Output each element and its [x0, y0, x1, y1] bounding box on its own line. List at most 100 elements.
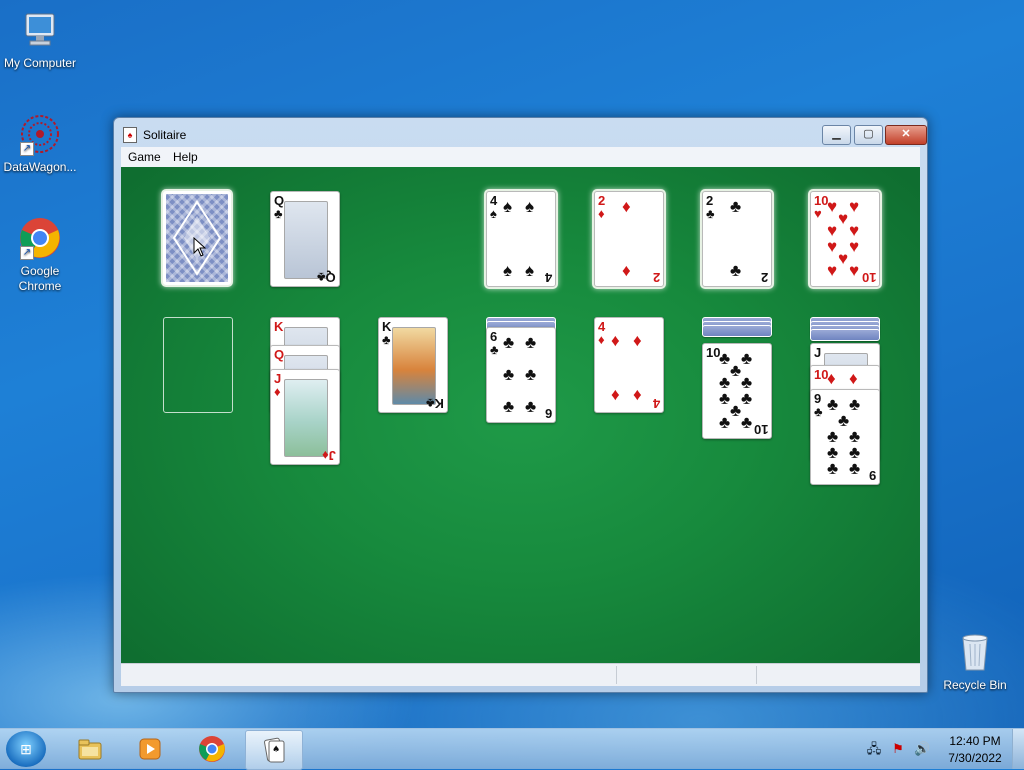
card-rank: K	[274, 319, 284, 334]
desktop-icon-google-chrome[interactable]: ↗ Google Chrome	[0, 216, 80, 294]
club-pip-icon: ♣	[849, 395, 861, 414]
card-suit: ♣	[382, 332, 391, 347]
king-art-icon	[392, 327, 436, 405]
foundation-4[interactable]: 10 ♥ ♥ ♥ ♥ ♥ ♥ ♥ ♥ ♥ ♥ ♥ 10	[810, 191, 880, 287]
card-rank: Q	[325, 270, 336, 285]
card-rank: 4	[544, 270, 552, 285]
card-rank: 6	[544, 406, 552, 421]
waste-pile[interactable]: Q ♣ Q♣	[270, 191, 340, 287]
club-pip-icon: ♣	[525, 397, 537, 416]
club-pip-icon: ♣	[741, 389, 753, 408]
heart-pip-icon: ♥	[838, 249, 849, 268]
tableau-pile-2-card-3[interactable]: J ♦ J♦	[270, 369, 340, 465]
desktop-icon-label: Google Chrome	[18, 264, 62, 293]
taskbar: ⊞ ♠ 🖧 ⚑ 🔊 12:40 PM 7/30/2022	[0, 728, 1024, 770]
computer-icon	[18, 8, 62, 52]
minimize-button[interactable]: ▁	[822, 125, 851, 145]
card-suit: ♦	[598, 206, 605, 221]
card-rank: 4	[652, 396, 660, 411]
club-pip-icon: ♣	[838, 411, 850, 430]
foundation-2[interactable]: 2 ♦ ♦ ♦ 2	[594, 191, 664, 287]
explorer-icon	[78, 739, 102, 760]
card-rank: 10	[753, 422, 768, 437]
heart-pip-icon: ♥	[838, 209, 849, 228]
show-desktop-button[interactable]	[1012, 729, 1024, 769]
network-icon[interactable]: 🖧	[866, 741, 882, 757]
chrome-icon: ↗	[18, 216, 62, 260]
club-pip-icon: ♣	[730, 197, 742, 216]
card-suit: ♠	[490, 206, 497, 221]
close-button[interactable]: ✕	[885, 125, 927, 145]
title-bar[interactable]: ♠ Solitaire ▁ ▢ ✕	[114, 118, 927, 148]
heart-pip-icon: ♥	[849, 261, 860, 280]
club-pip-icon: ♣	[503, 333, 515, 352]
diamond-pip-icon: ♦	[633, 385, 642, 404]
card-rank: Q	[274, 347, 285, 362]
menu-game[interactable]: Game	[128, 150, 161, 164]
taskbar-chrome[interactable]	[184, 730, 240, 768]
taskbar-explorer[interactable]	[62, 730, 118, 768]
diamond-pip-icon: ♦	[633, 331, 642, 350]
solitaire-icon: ♠	[264, 737, 285, 763]
foundation-3[interactable]: 2 ♣ ♣ ♣ 2	[702, 191, 772, 287]
desktop-icon-label: My Computer	[3, 56, 77, 70]
shortcut-arrow-icon: ↗	[20, 142, 34, 156]
spade-pip-icon: ♠	[503, 197, 513, 216]
tableau-pile-6-card-1[interactable]: 10 ♣ ♣ ♣ ♣ ♣ ♣ ♣ ♣ ♣ ♣ 10	[702, 343, 772, 439]
club-pip-icon: ♣	[730, 361, 742, 380]
card-rank: 2	[652, 270, 660, 285]
shortcut-arrow-icon: ↗	[20, 246, 34, 260]
spade-pip-icon: ♠	[525, 261, 535, 280]
maximize-button[interactable]: ▢	[854, 125, 883, 145]
club-pip-icon: ♣	[849, 459, 861, 478]
datawagon-icon: ↗	[18, 112, 62, 156]
card-suit: ♣	[490, 342, 499, 357]
face-down-card	[810, 329, 880, 341]
jack-art-icon	[284, 379, 328, 457]
diamond-pip-icon: ♦	[827, 369, 836, 388]
club-pip-icon: ♣	[741, 413, 753, 432]
clock-time: 12:40 PM	[949, 734, 1001, 748]
card-suit: ♣	[706, 206, 715, 221]
game-board: Q ♣ Q♣ 4 ♠ ♠ ♠ ♠ ♠ 4 2 ♦ ♦ ♦ 2 2 ♣ ♣ ♣ 2 10 ♥…	[121, 167, 920, 663]
club-pip-icon: ♣	[730, 401, 742, 420]
diamond-pip-icon: ♦	[611, 331, 620, 350]
desktop-icon-datawagon[interactable]: ↗ DataWagon...	[0, 112, 80, 175]
spade-pip-icon: ♠	[525, 197, 535, 216]
card-rank: 10	[861, 270, 876, 285]
system-clock[interactable]: 12:40 PM 7/30/2022	[940, 733, 1010, 767]
menu-help[interactable]: Help	[173, 150, 198, 164]
spade-pip-icon: ♠	[503, 261, 513, 280]
tableau-pile-7-card-3[interactable]: 9 ♣ ♣ ♣ ♣ ♣ ♣ ♣ ♣ ♣ ♣ 9	[810, 389, 880, 485]
tableau-pile-4-card-1[interactable]: 6 ♣ ♣ ♣ ♣ ♣ ♣ ♣ 6	[486, 327, 556, 423]
tableau-pile-5-card-1[interactable]: 4 ♦ ♦ ♦ ♦ ♦ 4	[594, 317, 664, 413]
heart-pip-icon: ♥	[849, 237, 860, 256]
mouse-pointer-icon	[193, 237, 207, 257]
chrome-icon	[199, 736, 225, 762]
club-pip-icon: ♣	[525, 333, 537, 352]
taskbar-media-player[interactable]	[122, 730, 178, 768]
tableau-pile-3-card-1[interactable]: K ♣ K♣	[378, 317, 448, 413]
club-pip-icon: ♣	[741, 349, 753, 368]
svg-text:♠: ♠	[272, 745, 280, 755]
desktop-icon-recycle-bin[interactable]: Recycle Bin	[935, 630, 1015, 693]
window-title: Solitaire	[143, 128, 187, 142]
status-divider	[756, 666, 757, 684]
club-pip-icon: ♣	[827, 459, 839, 478]
club-pip-icon: ♣	[719, 349, 731, 368]
desktop-icon-label: DataWagon...	[3, 160, 77, 174]
heart-pip-icon: ♥	[827, 261, 838, 280]
taskbar-solitaire[interactable]: ♠	[245, 730, 303, 770]
club-pip-icon: ♣	[719, 389, 731, 408]
heart-pip-icon: ♥	[827, 237, 838, 256]
volume-icon[interactable]: 🔊	[914, 741, 930, 757]
start-button[interactable]: ⊞	[6, 731, 46, 767]
solitaire-icon: ♠	[123, 127, 137, 143]
card-rank: 9	[868, 468, 876, 483]
windows-logo-icon: ⊞	[20, 741, 32, 757]
desktop-icon-my-computer[interactable]: My Computer	[0, 8, 80, 71]
tableau-pile-1-empty[interactable]	[163, 317, 233, 413]
foundation-1[interactable]: 4 ♠ ♠ ♠ ♠ ♠ 4	[486, 191, 556, 287]
diamond-pip-icon: ♦	[849, 369, 858, 388]
action-center-flag-icon[interactable]: ⚑	[890, 741, 906, 757]
